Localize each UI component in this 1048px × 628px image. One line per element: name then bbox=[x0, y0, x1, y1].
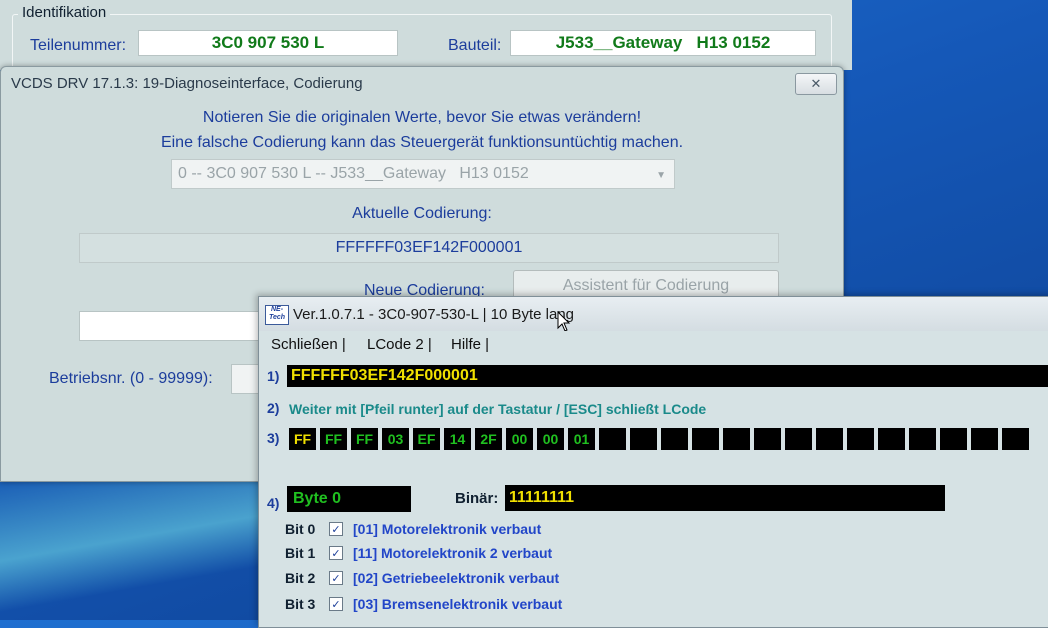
desktop-wallpaper bbox=[0, 470, 300, 620]
notice-line-1: Notieren Sie die originalen Werte, bevor… bbox=[202, 109, 642, 126]
byte-cell[interactable]: 00 bbox=[537, 428, 564, 450]
row-1-label: 1) bbox=[267, 368, 280, 384]
byte-cell[interactable]: FF bbox=[320, 428, 347, 450]
module-select[interactable]: 0 -- 3C0 907 530 L -- J533__Gateway H13 … bbox=[171, 159, 675, 189]
checkmark-icon: ✓ bbox=[331, 572, 341, 585]
byte-cell[interactable]: FF bbox=[351, 428, 378, 450]
binar-label: Binär: bbox=[455, 490, 499, 507]
byte-grid: FF FF FF 03 EF 14 2F 00 00 01 bbox=[289, 428, 1029, 450]
byte-cell[interactable] bbox=[754, 428, 781, 450]
row-4-label: 4) bbox=[267, 495, 280, 511]
menu-hilfe[interactable]: Hilfe | bbox=[451, 336, 489, 353]
betriebsnr-label: Betriebsnr. (0 - 99999): bbox=[49, 370, 213, 387]
byte-cell[interactable] bbox=[723, 428, 750, 450]
bit-description: [03] Bremsenelektronik verbaut bbox=[353, 596, 563, 612]
chevron-down-icon: ▼ bbox=[656, 170, 666, 181]
byte-cell[interactable] bbox=[630, 428, 657, 450]
bauteil-field: J533__Gateway H13 0152 bbox=[510, 30, 816, 56]
byte-cell[interactable] bbox=[661, 428, 688, 450]
bauteil-label: Bauteil: bbox=[448, 37, 502, 54]
bit-row: Bit 0 ✓ [01] Motorelektronik verbaut bbox=[285, 518, 541, 540]
byte-cell[interactable]: 03 bbox=[382, 428, 409, 450]
lcode-window: NE- Tech Ver.1.0.7.1 - 3C0-907-530-L | 1… bbox=[258, 296, 1048, 628]
teilenummer-label: Teilenummer: bbox=[30, 37, 127, 54]
bit-description: [01] Motorelektronik verbaut bbox=[353, 521, 542, 537]
notice-line-2: Eine falsche Codierung kann das Steuerge… bbox=[160, 134, 684, 151]
menu-lcode2[interactable]: LCode 2 | bbox=[367, 336, 432, 353]
checkmark-icon: ✓ bbox=[331, 523, 341, 536]
identification-legend: Identifikation bbox=[18, 4, 111, 21]
netech-logo-icon: NE- Tech bbox=[265, 305, 289, 325]
byte-cell[interactable] bbox=[909, 428, 936, 450]
instruction-text: Weiter mit [Pfeil runter] auf der Tastat… bbox=[289, 401, 707, 417]
close-icon: ✕ bbox=[810, 76, 822, 91]
bit-checkbox[interactable]: ✓ bbox=[329, 571, 343, 585]
bit-checkbox[interactable]: ✓ bbox=[329, 522, 343, 536]
byte-cell[interactable]: EF bbox=[413, 428, 440, 450]
current-coding-label: Aktuelle Codierung: bbox=[352, 205, 492, 222]
byte-cell[interactable]: 00 bbox=[506, 428, 533, 450]
byte-cell[interactable] bbox=[1002, 428, 1029, 450]
bit-label: Bit 1 bbox=[285, 545, 316, 561]
byte-cell[interactable] bbox=[878, 428, 905, 450]
teilenummer-field: 3C0 907 530 L bbox=[138, 30, 398, 56]
dialog-title: VCDS DRV 17.1.3: 19-Diagnoseinterface, C… bbox=[11, 75, 363, 92]
row-3-label: 3) bbox=[267, 430, 280, 446]
bit-row: Bit 3 ✓ [03] Bremsenelektronik verbaut bbox=[285, 593, 562, 615]
byte-cell[interactable] bbox=[692, 428, 719, 450]
bit-description: [11] Motorelektronik 2 verbaut bbox=[353, 545, 553, 561]
bit-checkbox[interactable]: ✓ bbox=[329, 597, 343, 611]
current-coding-field: FFFFFF03EF142F000001 bbox=[79, 233, 779, 263]
selected-byte-label: Byte 0 bbox=[287, 486, 411, 512]
byte-cell[interactable] bbox=[847, 428, 874, 450]
byte-cell[interactable] bbox=[785, 428, 812, 450]
lcode-title: Ver.1.0.7.1 - 3C0-907-530-L | 10 Byte la… bbox=[293, 306, 575, 323]
bit-checkbox[interactable]: ✓ bbox=[329, 546, 343, 560]
byte-cell[interactable] bbox=[816, 428, 843, 450]
identification-window: Identifikation Teilenummer: 3C0 907 530 … bbox=[0, 0, 852, 76]
close-button[interactable]: ✕ bbox=[795, 73, 837, 95]
bit-label: Bit 2 bbox=[285, 570, 316, 586]
byte-cell[interactable]: 01 bbox=[568, 428, 595, 450]
byte-cell[interactable]: 2F bbox=[475, 428, 502, 450]
bit-description: [02] Getriebeelektronik verbaut bbox=[353, 570, 560, 586]
menu-schliessen[interactable]: Schließen | bbox=[271, 336, 346, 353]
bit-label: Bit 3 bbox=[285, 596, 316, 612]
lcode-menubar: Schließen | LCode 2 | Hilfe | bbox=[259, 331, 1048, 357]
bit-row: Bit 1 ✓ [11] Motorelektronik 2 verbaut bbox=[285, 542, 552, 564]
bit-row: Bit 2 ✓ [02] Getriebeelektronik verbaut bbox=[285, 567, 559, 589]
byte-cell[interactable]: 14 bbox=[444, 428, 471, 450]
coding-string-field[interactable]: FFFFFF03EF142F000001 bbox=[287, 365, 1048, 387]
checkmark-icon: ✓ bbox=[331, 598, 341, 611]
betriebsnr-input[interactable] bbox=[231, 364, 261, 394]
checkmark-icon: ✓ bbox=[331, 547, 341, 560]
lcode-titlebar: NE- Tech Ver.1.0.7.1 - 3C0-907-530-L | 1… bbox=[259, 297, 1048, 332]
bit-label: Bit 0 bbox=[285, 521, 316, 537]
new-coding-input[interactable] bbox=[79, 311, 269, 341]
byte-cell[interactable]: FF bbox=[289, 428, 316, 450]
byte-cell[interactable] bbox=[599, 428, 626, 450]
byte-cell[interactable] bbox=[940, 428, 967, 450]
mouse-cursor-icon bbox=[557, 311, 571, 332]
binary-value-field: 11111111 bbox=[505, 485, 945, 511]
byte-cell[interactable] bbox=[971, 428, 998, 450]
module-select-value: 0 -- 3C0 907 530 L -- J533__Gateway H13 … bbox=[178, 165, 529, 182]
row-2-label: 2) bbox=[267, 400, 280, 416]
